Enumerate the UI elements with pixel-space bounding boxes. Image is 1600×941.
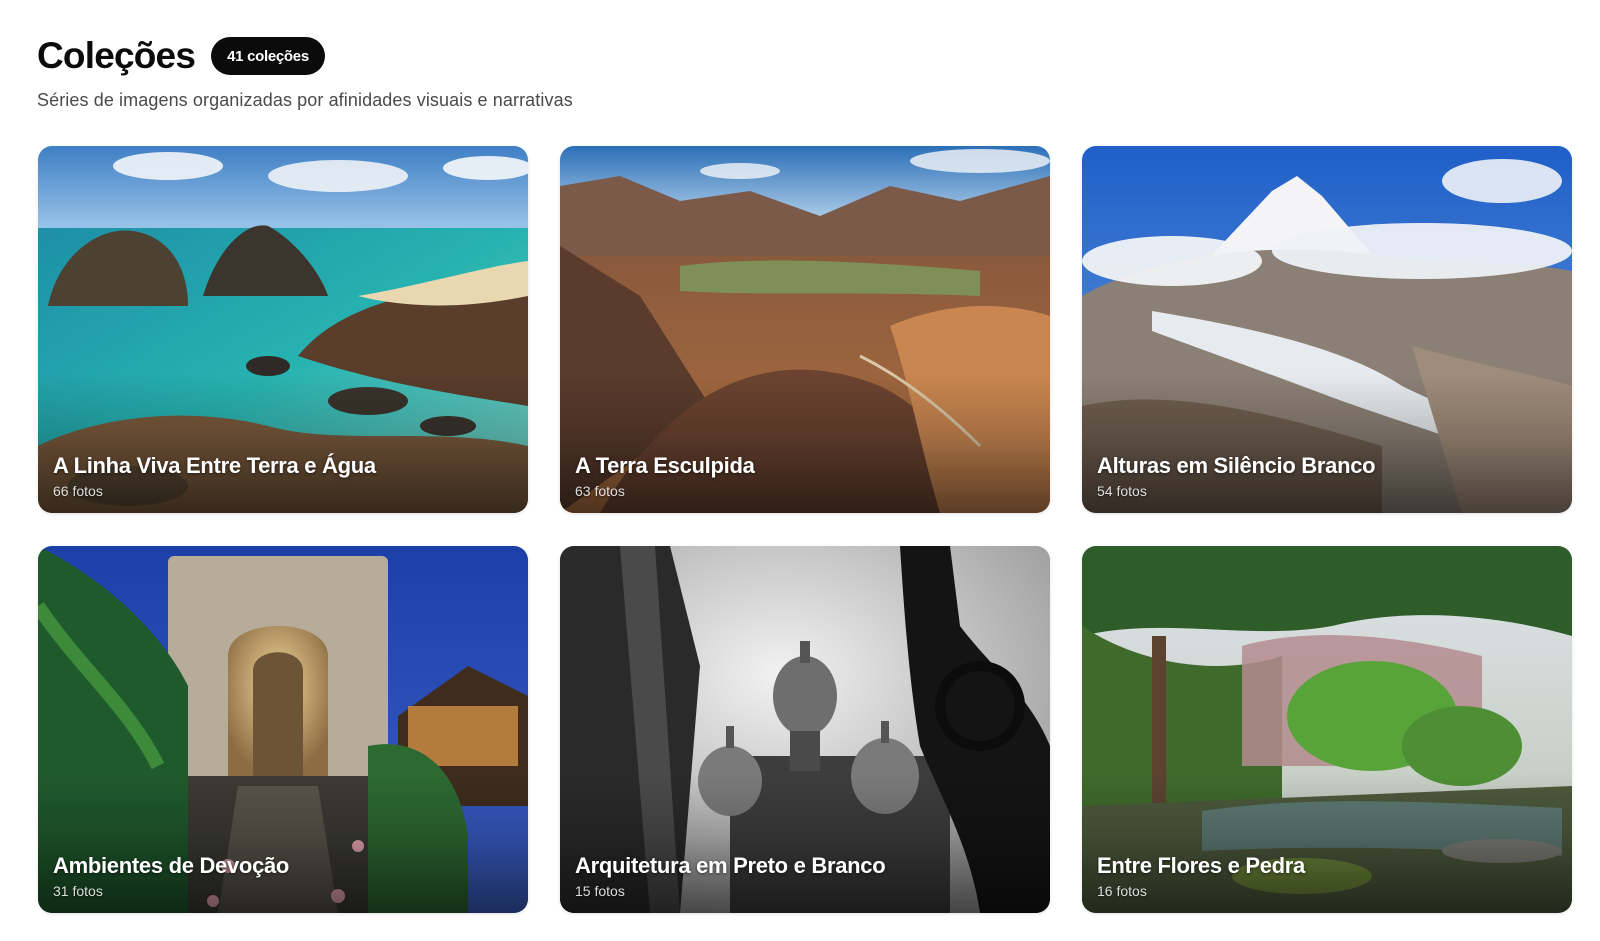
collection-title: Entre Flores e Pedra — [1097, 853, 1305, 878]
page-title: Coleções — [37, 35, 196, 76]
collections-grid: A Linha Viva Entre Terra e Água 66 fotos — [38, 146, 1572, 913]
collection-caption: Ambientes de Devoção 31 fotos — [53, 853, 289, 899]
collection-card[interactable]: Ambientes de Devoção 31 fotos — [38, 546, 528, 913]
collection-card[interactable]: Alturas em Silêncio Branco 54 fotos — [1082, 146, 1572, 513]
collection-caption: Alturas em Silêncio Branco 54 fotos — [1097, 453, 1376, 499]
collection-title: A Terra Esculpida — [575, 453, 755, 478]
page-subtitle: Séries de imagens organizadas por afinid… — [37, 90, 573, 110]
title-row: Coleções 41 coleções — [37, 34, 573, 78]
collection-photo-count: 31 fotos — [53, 883, 103, 899]
collection-caption: Entre Flores e Pedra 16 fotos — [1097, 853, 1305, 899]
collection-title: Alturas em Silêncio Branco — [1097, 453, 1376, 478]
collection-caption: Arquitetura em Preto e Branco 15 fotos — [575, 853, 886, 899]
collection-photo-count: 66 fotos — [53, 483, 103, 499]
collection-caption: A Terra Esculpida 63 fotos — [575, 453, 755, 499]
collections-page: Coleções 41 coleções Séries de imagens o… — [0, 0, 1600, 941]
collection-photo-count: 54 fotos — [1097, 483, 1147, 499]
collection-photo-count: 63 fotos — [575, 483, 625, 499]
collection-title: Ambientes de Devoção — [53, 853, 290, 878]
collection-caption: A Linha Viva Entre Terra e Água 66 fotos — [53, 453, 376, 499]
collection-card[interactable]: Entre Flores e Pedra 16 fotos — [1082, 546, 1572, 913]
collection-title: A Linha Viva Entre Terra e Água — [53, 453, 376, 478]
collection-card[interactable]: A Terra Esculpida 63 fotos — [560, 146, 1050, 513]
collection-title: Arquitetura em Preto e Branco — [575, 853, 886, 878]
collections-count-badge[interactable]: 41 coleções — [211, 37, 325, 75]
collection-photo-count: 16 fotos — [1097, 883, 1147, 899]
collection-card[interactable]: Arquitetura em Preto e Branco 15 fotos — [560, 546, 1050, 913]
collection-card[interactable]: A Linha Viva Entre Terra e Água 66 fotos — [38, 146, 528, 513]
page-header: Coleções 41 coleções Séries de imagens o… — [37, 34, 573, 111]
collection-photo-count: 15 fotos — [575, 883, 625, 899]
